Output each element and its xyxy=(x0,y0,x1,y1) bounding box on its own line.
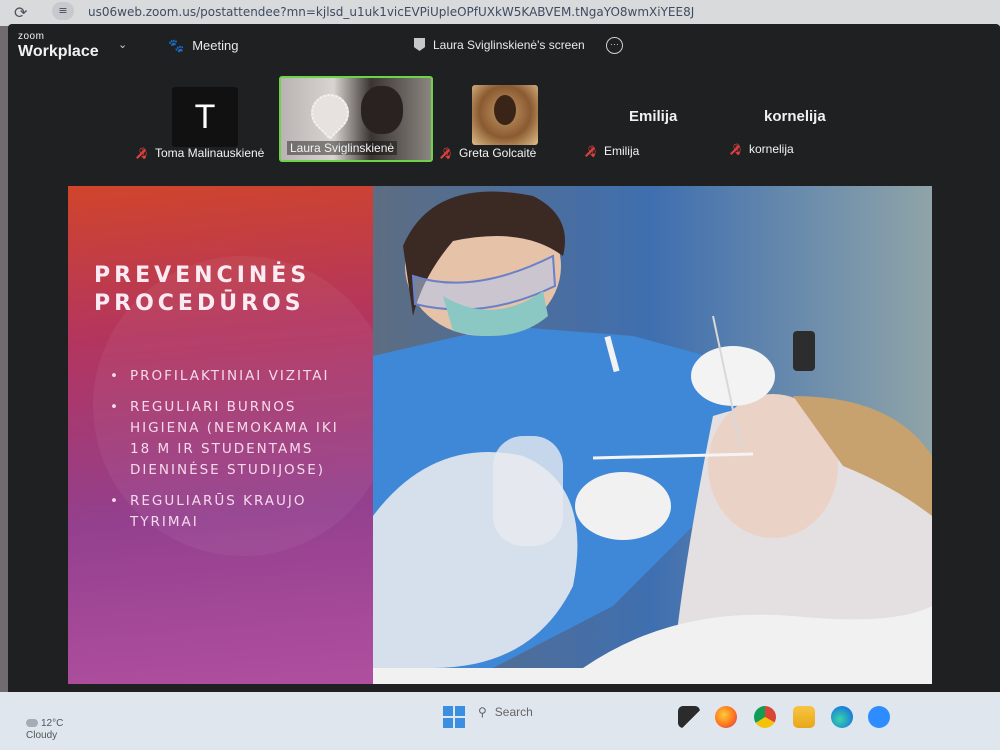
task-view-icon[interactable] xyxy=(678,706,700,728)
zoom-window: zoom Workplace ⌄ 🐾 Meeting Laura Sviglins… xyxy=(8,24,1000,710)
mic-muted-icon: 🎙 xyxy=(585,146,599,158)
slide-bullet-list: PROFILAKTINIAI VIZITAI REGULIARI BURNOS … xyxy=(110,366,350,543)
windows-start-icon[interactable] xyxy=(443,706,465,728)
slide-text-panel: PREVENCINĖS PROCEDŪROS PROFILAKTINIAI VI… xyxy=(68,186,393,684)
reload-icon[interactable]: ⟳ xyxy=(14,3,27,22)
edge-icon[interactable] xyxy=(831,706,853,728)
dentist-photo-illustration xyxy=(373,186,932,668)
mic-muted-icon: 🎙 xyxy=(730,144,744,156)
participant-name: 🎙 Emilija xyxy=(585,144,640,158)
weather-desc: Cloudy xyxy=(26,730,58,741)
more-options-button[interactable]: ··· xyxy=(606,37,623,54)
shared-slide: PREVENCINĖS PROCEDŪROS PROFILAKTINIAI VI… xyxy=(68,186,932,684)
participant-name: 🎙 kornelija xyxy=(730,142,794,156)
participant-name: 🎙 Toma Malinauskienė xyxy=(136,146,265,160)
shared-screen-label[interactable]: Laura Sviglinskienė's screen xyxy=(414,38,585,52)
participant-tile-emilija[interactable]: Emilija 🎙 Emilija xyxy=(583,82,693,164)
slide-bullet: REGULIARI BURNOS HIGIENA (NEMOKAMA IKI 1… xyxy=(110,397,350,481)
zoom-top-bar: zoom Workplace ⌄ 🐾 Meeting Laura Sviglins… xyxy=(8,24,1000,76)
meeting-menu[interactable]: 🐾 Meeting xyxy=(168,38,238,54)
slide-title-line-1: PREVENCINĖS xyxy=(94,263,311,288)
participant-tile-laura[interactable]: Laura Sviglinskienė xyxy=(279,76,433,162)
participant-tile-kornelija[interactable]: kornelija 🎙 kornelija xyxy=(728,82,848,164)
file-explorer-icon[interactable] xyxy=(793,706,815,728)
participant-name: 🎙 Greta Golcaitė xyxy=(440,146,537,160)
slide-bullet: REGULIARŪS KRAUJO TYRIMAI xyxy=(110,491,350,533)
shared-screen-title: Laura Sviglinskienė's screen xyxy=(433,38,585,52)
chrome-icon[interactable] xyxy=(754,706,776,728)
zoom-app-icon[interactable] xyxy=(868,706,890,728)
slide-bullet: PROFILAKTINIAI VIZITAI xyxy=(110,366,350,387)
slide-bottom-strip xyxy=(373,668,932,684)
windows-taskbar: 12°C Cloudy ⚲ Search xyxy=(0,692,1000,750)
participant-tile-toma[interactable]: T 🎙 Toma Malinauskienė xyxy=(136,82,276,164)
paw-icon: 🐾 xyxy=(168,38,185,53)
brand-big-text: Workplace xyxy=(18,43,99,60)
taskbar-search[interactable]: ⚲ Search xyxy=(478,705,533,719)
zoom-workplace-logo[interactable]: zoom Workplace xyxy=(18,32,99,60)
search-placeholder: Search xyxy=(494,705,533,719)
avatar xyxy=(472,85,538,145)
participant-display-name: Emilija xyxy=(629,108,678,125)
chevron-down-icon[interactable]: ⌄ xyxy=(118,38,127,51)
search-icon: ⚲ xyxy=(478,705,487,719)
participant-tile-greta[interactable]: 🎙 Greta Golcaitė xyxy=(438,82,558,164)
meeting-label: Meeting xyxy=(192,38,239,53)
participant-head xyxy=(361,86,403,134)
avatar-face xyxy=(494,95,516,125)
participant-name: Laura Sviglinskienė xyxy=(287,141,398,155)
weather-widget[interactable]: 12°C Cloudy xyxy=(26,718,63,742)
share-screen-icon xyxy=(414,38,425,51)
participant-display-name: kornelija xyxy=(764,108,826,125)
cloud-icon xyxy=(26,719,38,728)
slide-title: PREVENCINĖS PROCEDŪROS xyxy=(94,262,310,318)
brand-small-text: zoom xyxy=(18,31,45,42)
mic-muted-icon: 🎙 xyxy=(440,148,454,160)
heart-decoration xyxy=(303,86,357,140)
weather-temp: 12°C xyxy=(41,718,64,729)
mic-muted-icon: 🎙 xyxy=(136,148,150,160)
url-text[interactable]: us06web.zoom.us/postattendee?mn=kjlsd_u1… xyxy=(88,5,694,19)
avatar: T xyxy=(172,87,238,147)
browser-address-bar: ⟳ ≡ us06web.zoom.us/postattendee?mn=kjls… xyxy=(0,0,1000,26)
dentist-photo xyxy=(373,186,932,668)
site-info-icon[interactable]: ≡ xyxy=(52,2,74,20)
firefox-icon[interactable] xyxy=(715,706,737,728)
slide-title-line-2: PROCEDŪROS xyxy=(94,291,305,316)
